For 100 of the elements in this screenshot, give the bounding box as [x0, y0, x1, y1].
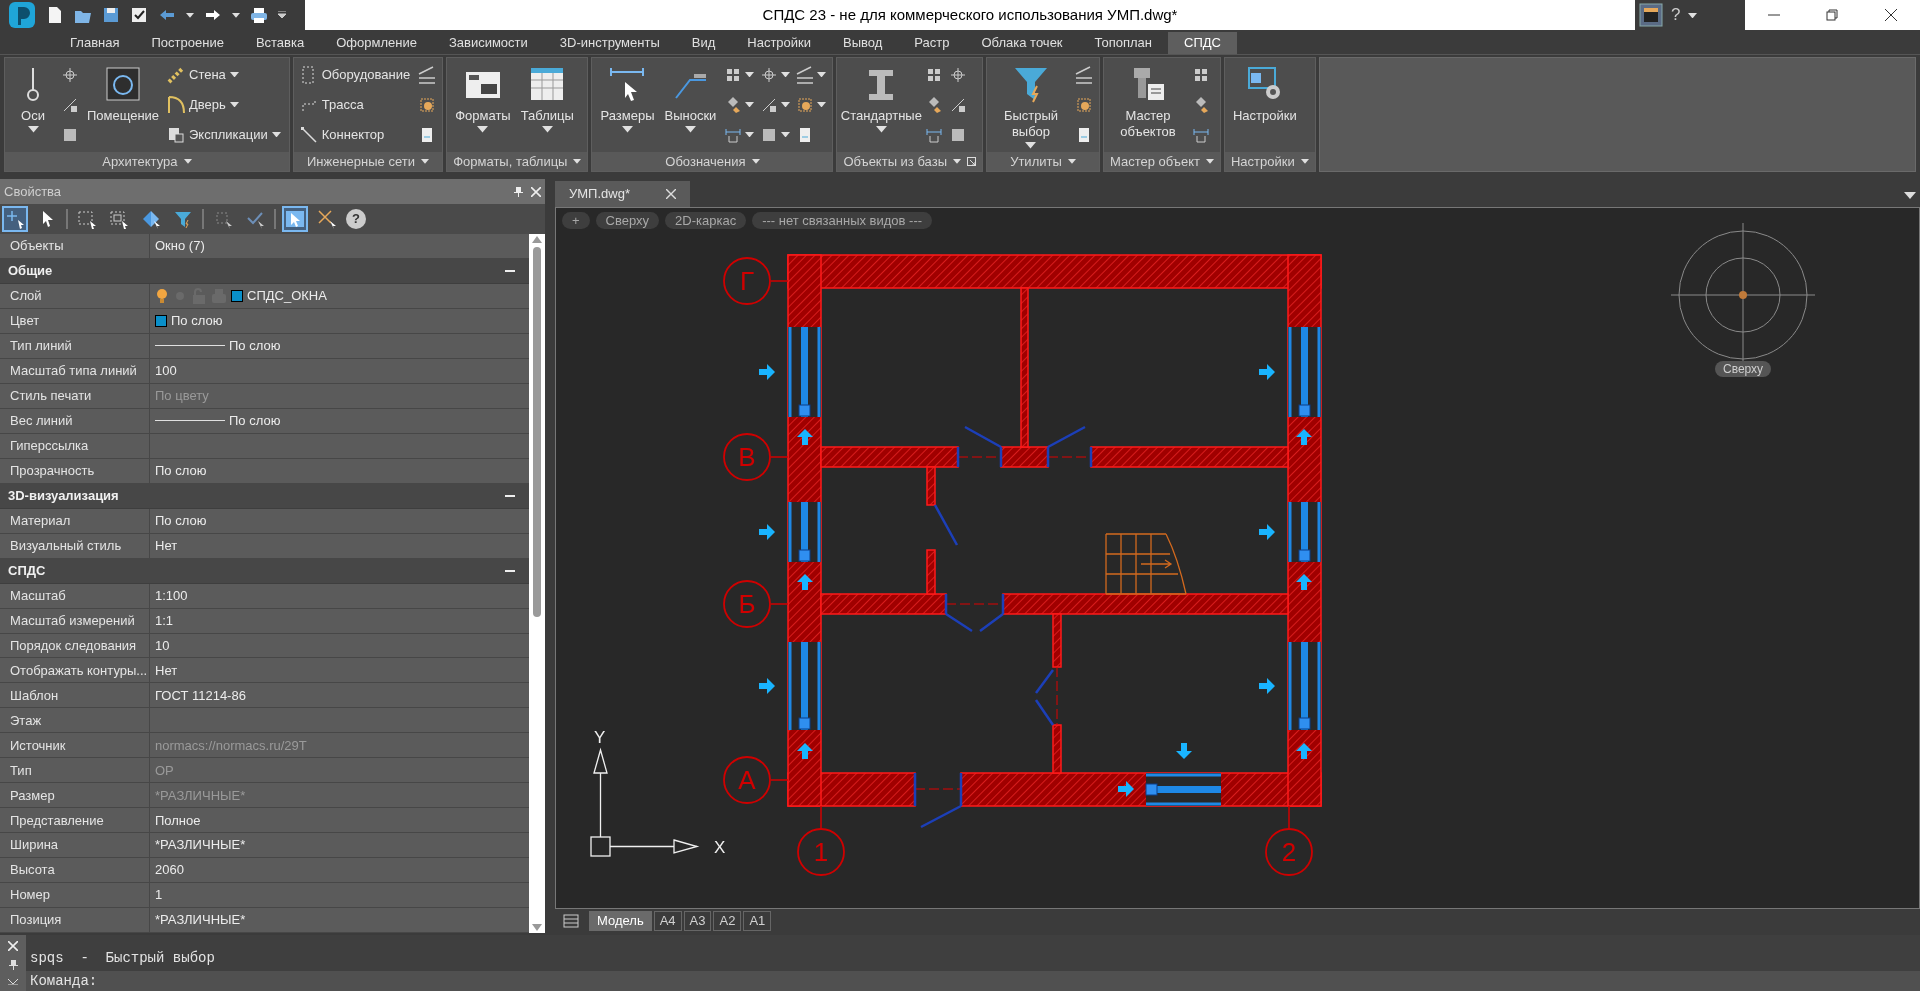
property-value[interactable]: По слою: [155, 510, 207, 531]
layout-tab[interactable]: A4: [653, 911, 682, 931]
layout-tab[interactable]: A1: [743, 911, 772, 931]
pin-icon[interactable]: [514, 186, 523, 197]
caret-icon[interactable]: [1904, 192, 1916, 199]
property-value[interactable]: По слою: [155, 460, 207, 481]
menu-tab[interactable]: Главная: [54, 32, 136, 54]
caret-icon[interactable]: [232, 12, 240, 18]
app-logo-icon[interactable]: [8, 1, 36, 29]
ribbon-button[interactable]: Оборудование: [299, 61, 413, 88]
help-button[interactable]: ?: [1671, 2, 1681, 28]
view-cube-label[interactable]: Сверху: [1715, 361, 1772, 377]
command-prompt[interactable]: Команда:: [30, 970, 98, 991]
drawing-canvas[interactable]: Г В Б А 1 2 Y X + Сверху 2D-каркас --- нет связанных видов --- Сверху: [555, 207, 1920, 909]
menu-tab[interactable]: Построение: [135, 32, 240, 54]
property-value[interactable]: *РАЗЛИЧНЫЕ*: [155, 835, 246, 855]
caret-icon[interactable]: [1688, 12, 1698, 18]
property-value[interactable]: 2060: [155, 860, 184, 880]
scroll-down-icon[interactable]: [532, 924, 542, 931]
restore-icon[interactable]: [1826, 9, 1839, 21]
property-value[interactable]: 100: [155, 361, 177, 381]
property-value[interactable]: 1:1: [155, 610, 174, 631]
panel-title-bar[interactable]: Обозначения: [592, 151, 833, 171]
toolbar-button[interactable]: [282, 206, 308, 232]
panel-title-bar[interactable]: Форматы, таблицы: [447, 151, 588, 171]
layouts-menu-icon[interactable]: [563, 913, 579, 929]
property-value[interactable]: ГОСТ 11214-86: [155, 685, 246, 706]
property-value[interactable]: По слою: [229, 411, 281, 431]
menu-tab[interactable]: СПДС: [1168, 32, 1237, 54]
command-line-handle[interactable]: [0, 935, 26, 991]
ribbon-button[interactable]: Коннектор: [299, 121, 413, 148]
ribbon-button[interactable]: Экспликации: [167, 121, 283, 148]
layout-tab[interactable]: A2: [713, 911, 742, 931]
close-icon[interactable]: [1884, 9, 1897, 21]
menu-tab[interactable]: Топоплан: [1078, 32, 1168, 54]
dialog-launcher-icon[interactable]: [966, 156, 976, 166]
toolbar-button[interactable]: [2, 206, 28, 232]
view-compass-icon[interactable]: [1670, 222, 1816, 364]
view-control[interactable]: +: [562, 212, 590, 229]
chevron-icon[interactable]: [8, 978, 18, 985]
property-value[interactable]: *РАЗЛИЧНЫЕ*: [155, 910, 246, 930]
view-control[interactable]: --- нет связанных видов ---: [752, 212, 933, 229]
section-header[interactable]: Общие: [8, 261, 505, 281]
bulb-icon[interactable]: [155, 287, 169, 304]
property-value[interactable]: СПДС_ОКНА: [247, 286, 327, 306]
print-icon[interactable]: [250, 6, 268, 24]
menu-tab[interactable]: Зависимости: [432, 32, 544, 54]
layout-tab[interactable]: Модель: [589, 911, 652, 931]
ribbon-button[interactable]: Мастер объектов: [1109, 58, 1186, 152]
scroll-up-icon[interactable]: [532, 236, 542, 243]
ribbon-button[interactable]: Стандартные: [843, 58, 920, 152]
ribbon-button[interactable]: Оси: [11, 58, 55, 152]
property-value[interactable]: Полное: [155, 810, 201, 830]
property-value[interactable]: 10: [155, 635, 170, 656]
menu-tab[interactable]: Вставка: [239, 32, 321, 54]
property-value[interactable]: Нет: [155, 660, 178, 681]
save-icon[interactable]: [102, 6, 120, 24]
ribbon-button[interactable]: Размеры: [598, 58, 657, 152]
pin-icon[interactable]: [8, 960, 18, 970]
ribbon-button[interactable]: Помещение: [85, 58, 161, 152]
view-control[interactable]: Сверху: [595, 212, 660, 229]
menu-tab[interactable]: Вид: [675, 32, 732, 54]
menu-tab[interactable]: 3D-инструменты: [543, 32, 676, 54]
ribbon-button[interactable]: Выноски: [662, 58, 719, 152]
help-button[interactable]: ?: [346, 209, 366, 229]
ribbon-button[interactable]: Таблицы: [518, 58, 576, 152]
ribbon-button[interactable]: Стена: [167, 61, 283, 88]
layout-tab[interactable]: A3: [683, 911, 712, 931]
property-value[interactable]: Нет: [155, 535, 178, 556]
ribbon-button[interactable]: Быстрый выбор: [992, 58, 1069, 152]
ribbon-button[interactable]: Дверь: [167, 91, 283, 118]
panel-title-bar[interactable]: Архитектура: [5, 151, 289, 171]
scrollbar[interactable]: [529, 234, 545, 933]
property-value[interactable]: Окно (7): [155, 236, 205, 256]
panel-title-bar[interactable]: Инженерные сети: [293, 151, 443, 171]
menu-tab[interactable]: Настройки: [731, 32, 828, 54]
property-value[interactable]: 1: [155, 885, 163, 905]
property-value[interactable]: 1:100: [155, 585, 188, 606]
document-tab[interactable]: УМП.dwg*: [555, 181, 690, 207]
menu-tab[interactable]: Вывод: [827, 32, 899, 54]
property-value[interactable]: По слою: [171, 311, 223, 331]
customize-icon[interactable]: [278, 11, 286, 19]
panel-title-bar[interactable]: Объекты из базы: [837, 151, 982, 171]
save-as-icon[interactable]: [130, 6, 148, 24]
new-file-icon[interactable]: [46, 6, 64, 24]
menu-tab[interactable]: Облака точек: [965, 32, 1079, 54]
layout-icon[interactable]: [1639, 3, 1663, 27]
panel-title-bar[interactable]: Утилиты: [986, 151, 1099, 171]
ribbon-button[interactable]: Трасса: [299, 91, 413, 118]
panel-title-bar[interactable]: Мастер объект: [1103, 151, 1220, 171]
menu-tab[interactable]: Растр: [898, 32, 966, 54]
view-control[interactable]: 2D-каркас: [665, 212, 747, 229]
section-header[interactable]: 3D-визуализация: [8, 485, 505, 506]
section-header[interactable]: СПДС: [8, 560, 505, 581]
menu-tab[interactable]: Оформление: [320, 32, 433, 54]
property-value[interactable]: По слою: [229, 336, 281, 356]
caret-icon[interactable]: [186, 12, 194, 18]
ribbon-button[interactable]: Форматы: [453, 58, 513, 152]
ribbon-button[interactable]: Настройки: [1230, 58, 1299, 152]
panel-title-bar[interactable]: Настройки: [1224, 151, 1315, 171]
